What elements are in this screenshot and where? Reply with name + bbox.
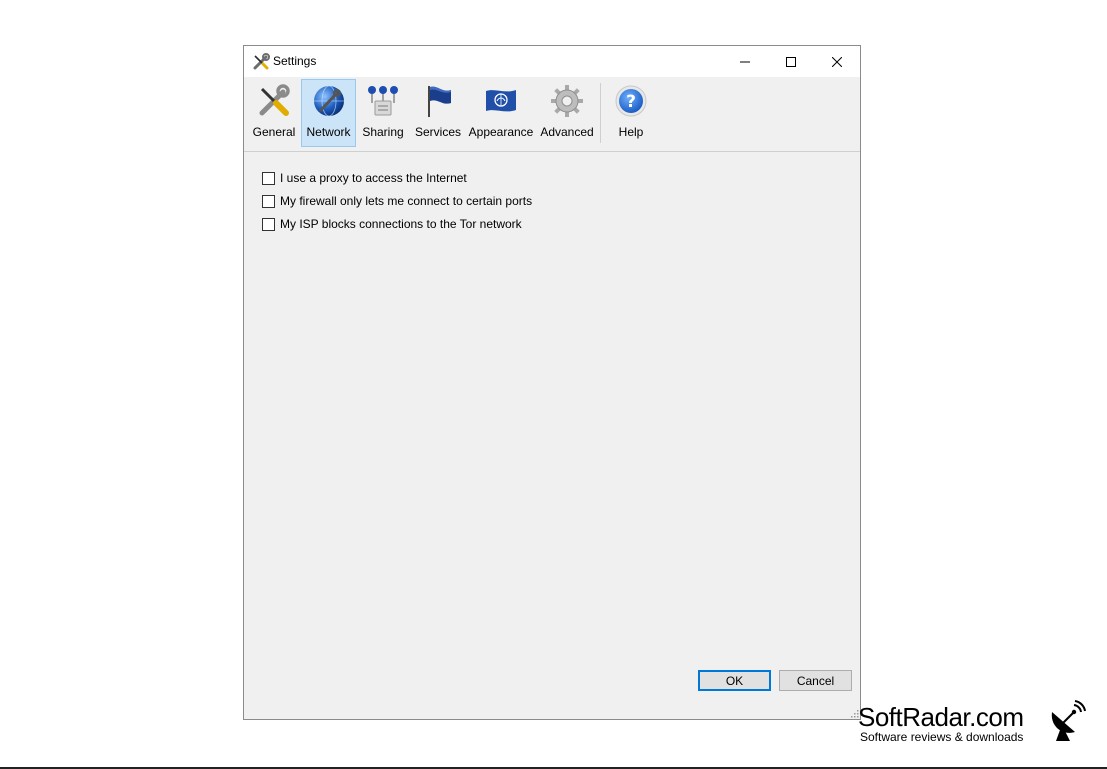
settings-window: Settings General Network Sharing Service…	[243, 45, 861, 720]
appearance-flag-icon	[486, 90, 516, 112]
tab-label: Network	[306, 125, 351, 139]
help-icon: ?	[615, 85, 647, 117]
checkbox[interactable]	[262, 194, 275, 208]
tab-general[interactable]: General	[249, 79, 299, 147]
cancel-button[interactable]: Cancel	[779, 670, 852, 691]
window-title: Settings	[273, 54, 317, 68]
close-button[interactable]	[814, 46, 860, 77]
globe-wrench-icon	[313, 85, 344, 117]
tab-appearance[interactable]: Appearance	[469, 79, 533, 147]
watermark-brand: SoftRadar.com	[858, 702, 1024, 732]
flag-icon	[428, 86, 451, 117]
tab-label: Advanced	[540, 125, 594, 139]
watermark-tagline: Software reviews & downloads	[860, 730, 1024, 744]
wrench-screwdriver-icon	[259, 84, 290, 116]
svg-text:?: ?	[626, 92, 636, 112]
maximize-icon	[786, 56, 796, 67]
title-bar[interactable]: Settings	[244, 46, 860, 77]
toolbar-separator	[600, 83, 601, 143]
checkbox[interactable]	[262, 217, 275, 231]
tab-label: Appearance	[468, 125, 534, 139]
tab-services[interactable]: Services	[413, 79, 463, 147]
firewall-checkbox[interactable]: My firewall only lets me connect to cert…	[262, 194, 532, 208]
tab-help[interactable]: ? Help	[606, 79, 656, 147]
tab-label: General	[252, 125, 296, 139]
wrench-screwdriver-icon	[253, 53, 270, 70]
satellite-dish-icon	[1051, 700, 1086, 741]
isp-blocks-checkbox[interactable]: My ISP blocks connections to the Tor net…	[262, 217, 522, 231]
minimize-icon	[740, 61, 750, 62]
tab-label: Services	[414, 125, 461, 139]
checkbox-label: My firewall only lets me connect to cert…	[280, 194, 533, 208]
minimize-button[interactable]	[722, 46, 768, 77]
checkbox-label: My ISP blocks connections to the Tor net…	[280, 217, 522, 231]
tab-label: Help	[618, 125, 644, 139]
tab-label: Sharing	[362, 125, 404, 139]
tab-network[interactable]: Network	[301, 79, 356, 147]
tab-advanced[interactable]: Advanced	[539, 79, 595, 147]
tab-sharing[interactable]: Sharing	[358, 79, 408, 147]
proxy-checkbox[interactable]: I use a proxy to access the Internet	[262, 171, 467, 185]
checkbox[interactable]	[262, 171, 275, 185]
ok-button[interactable]: OK	[698, 670, 771, 691]
settings-toolbar: General Network Sharing Services Appeara…	[244, 77, 860, 152]
close-icon	[832, 56, 842, 67]
checkbox-label: I use a proxy to access the Internet	[280, 171, 467, 185]
maximize-button[interactable]	[768, 46, 814, 77]
relay-icon	[368, 86, 398, 116]
gear-icon	[551, 85, 583, 117]
softradar-watermark: SoftRadar.com Software reviews & downloa…	[857, 700, 1102, 748]
